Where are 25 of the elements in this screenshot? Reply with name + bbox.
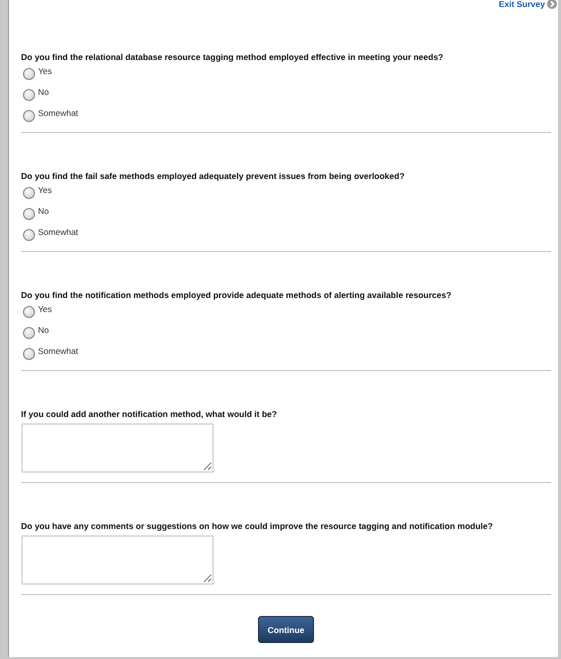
option-label: Somewhat (38, 346, 78, 356)
question-text: Do you find the fail safe methods employed adequately prevent issues from being overlooked? (21, 171, 406, 181)
radio-button[interactable] (23, 208, 35, 220)
question-text: If you could add another notification method, what would it be? (21, 409, 278, 419)
option-label: Yes (38, 185, 52, 195)
option-label: No (38, 325, 49, 335)
question-text: Do you find the notification methods employed provide adequate methods of alerting available resources? (21, 290, 452, 300)
option-label: Somewhat (38, 108, 78, 118)
radio-button[interactable] (23, 306, 35, 318)
radio-button[interactable] (23, 327, 35, 339)
option-label: No (38, 206, 49, 216)
option-label: Yes (38, 66, 52, 76)
option-label: Somewhat (38, 227, 78, 237)
option-label: No (38, 87, 49, 97)
radio-button[interactable] (23, 229, 35, 241)
radio-button[interactable] (23, 68, 35, 80)
continue-button[interactable]: Continue (258, 616, 314, 643)
radio-button[interactable] (23, 187, 35, 199)
radio-button[interactable] (23, 89, 35, 101)
question-text: Do you have any comments or suggestions on how we could improve the resource tagging and notification module? (21, 521, 494, 531)
radio-button[interactable] (23, 110, 35, 122)
radio-button[interactable] (23, 348, 35, 360)
question-text: Do you find the relational database resource tagging method employed effective in meeting your needs? (21, 52, 444, 62)
exit-survey-link[interactable]: Exit Survey (498, 0, 557, 8)
option-label: Yes (38, 304, 52, 314)
